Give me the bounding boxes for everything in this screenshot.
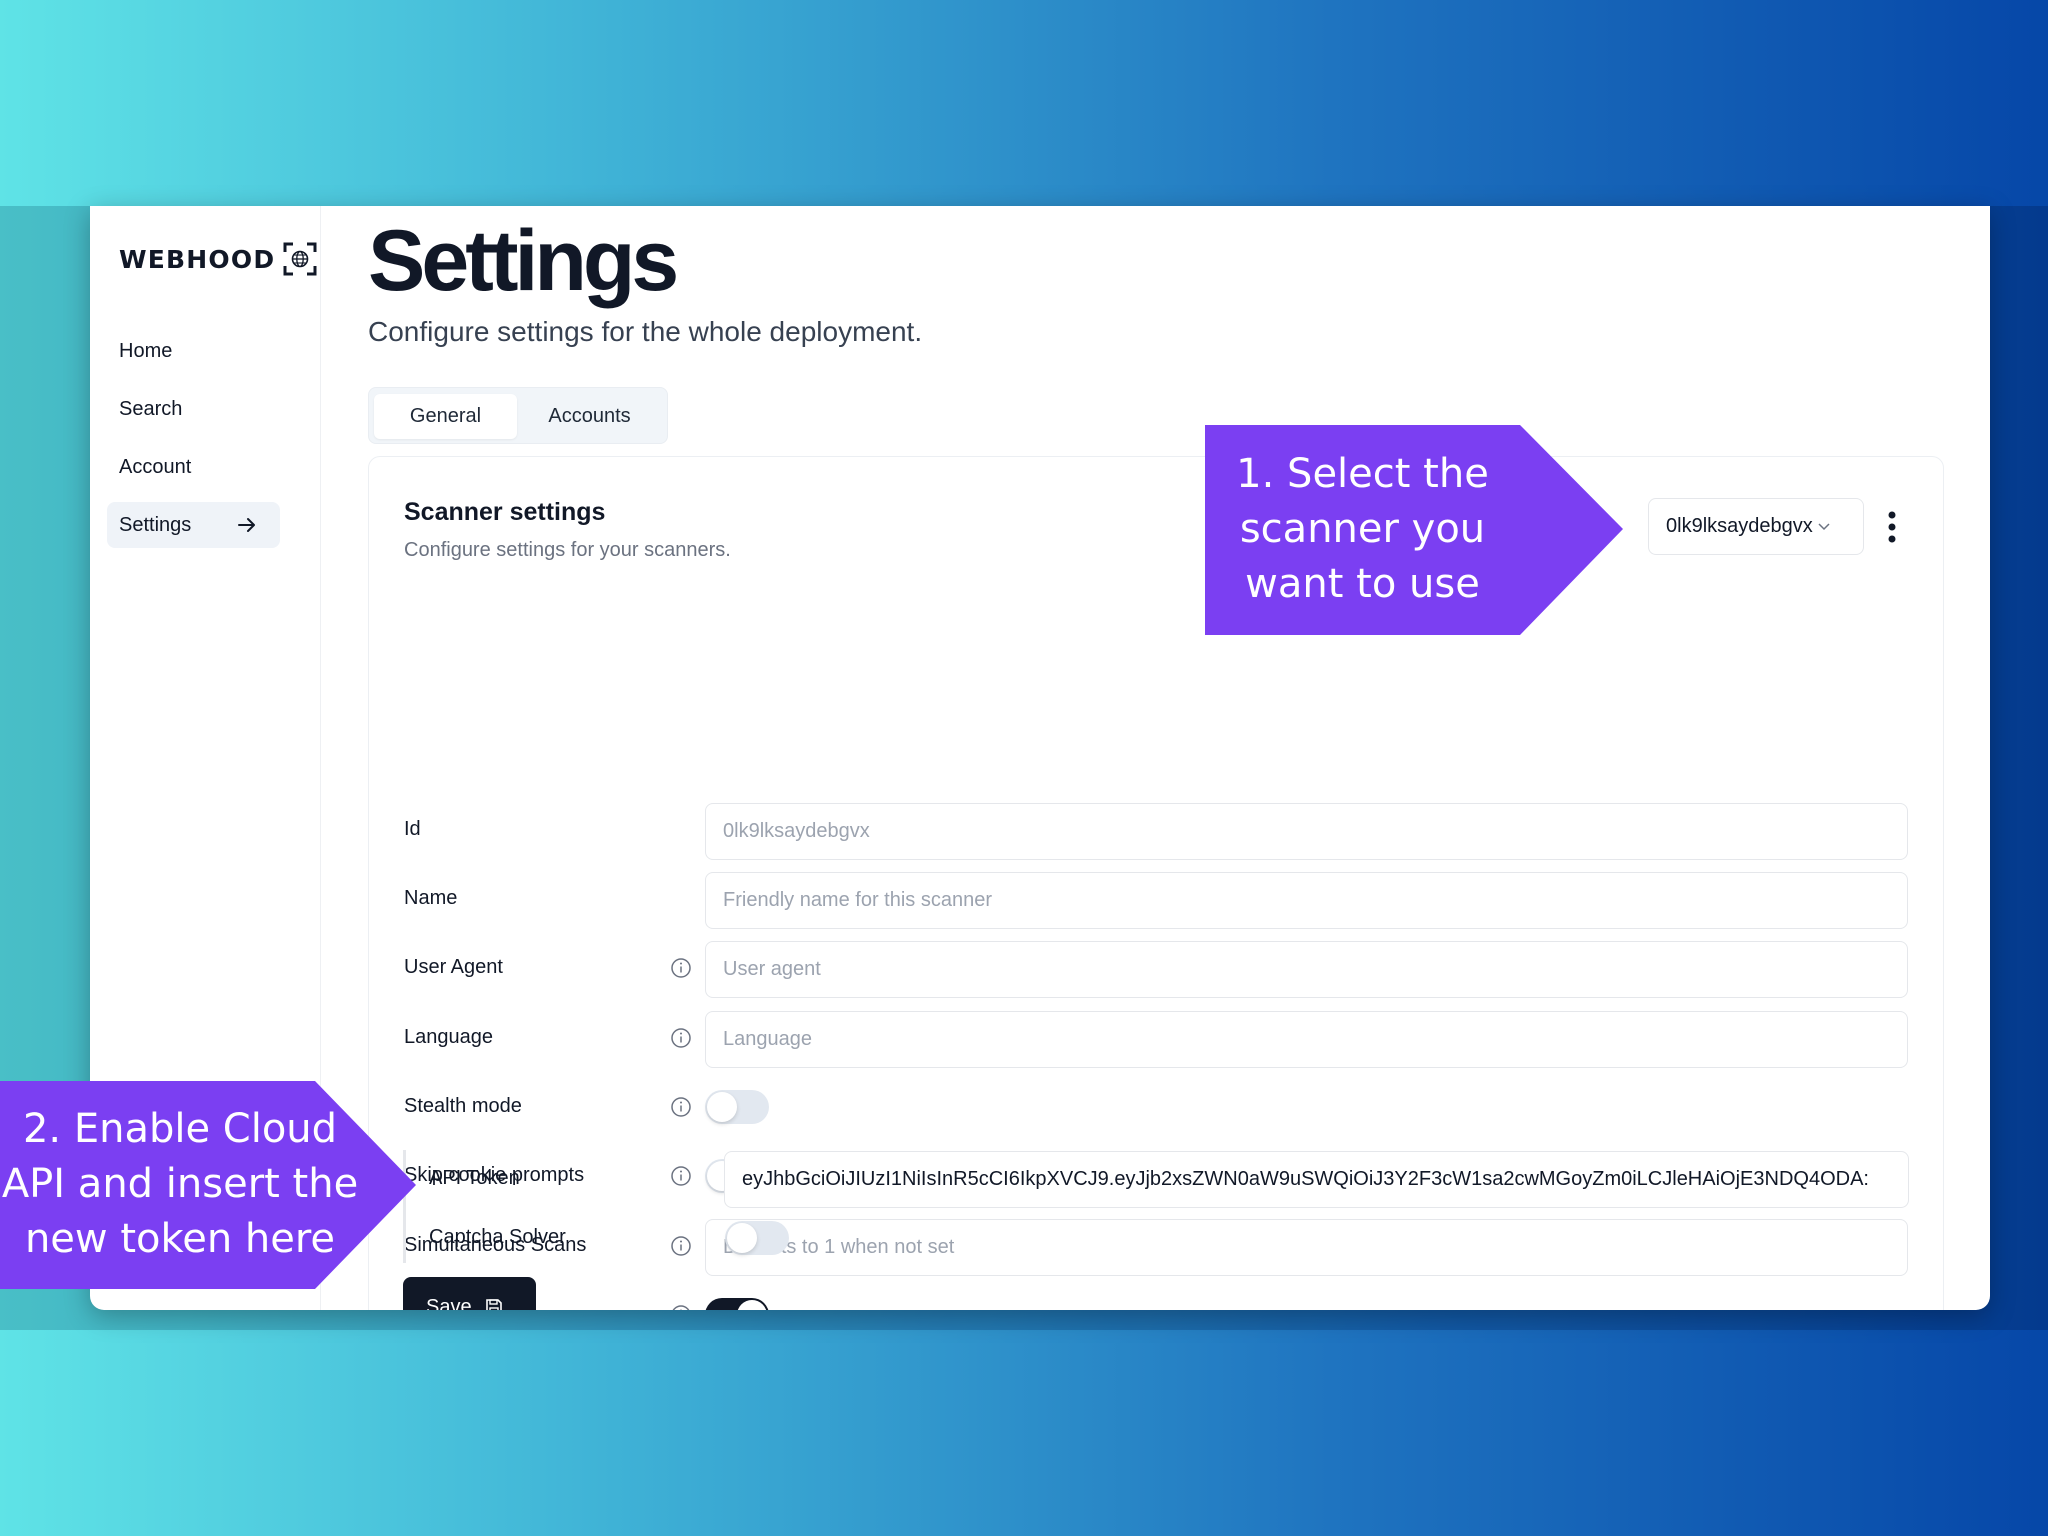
- language-label: Language: [404, 1026, 493, 1048]
- scanner-select-value: 0lk9lksaydebgvx: [1666, 515, 1813, 537]
- id-label: Id: [404, 818, 421, 840]
- api-token-label: API Token: [429, 1167, 520, 1189]
- stealth-mode-toggle[interactable]: [705, 1090, 769, 1124]
- sidebar-item-search[interactable]: Search: [107, 386, 280, 432]
- callout-line: API and insert the: [1, 1161, 359, 1207]
- callout-line: 2. Enable Cloud: [22, 1106, 338, 1152]
- card-title: Scanner settings: [404, 498, 606, 526]
- sidebar-item-home[interactable]: Home: [107, 328, 280, 374]
- vertical-dots-icon: [1888, 511, 1896, 543]
- main-content: Settings Configure settings for the whol…: [368, 206, 1990, 1310]
- tab-accounts[interactable]: Accounts: [517, 394, 662, 439]
- info-icon[interactable]: [670, 1027, 692, 1049]
- info-icon[interactable]: [670, 1165, 692, 1187]
- card-subtitle: Configure settings for your scanners.: [404, 539, 731, 561]
- sidebar-item-label: Home: [119, 339, 173, 362]
- tab-general[interactable]: General: [374, 394, 517, 439]
- callout-line: new token here: [24, 1216, 336, 1262]
- sidebar-item-label: Account: [119, 455, 192, 478]
- page-title: Settings: [368, 213, 679, 309]
- info-icon[interactable]: [670, 957, 692, 979]
- language-field[interactable]: Language: [705, 1011, 1908, 1068]
- captcha-solver-label: Captcha Solver: [429, 1226, 566, 1248]
- id-field[interactable]: 0lk9lksaydebgvx: [705, 803, 1908, 860]
- toggle-knob: [737, 1300, 767, 1310]
- api-token-field[interactable]: eyJhbGciOiJIUzI1NiIsInR5cCI6IkpXVCJ9.eyJ…: [724, 1151, 1909, 1208]
- captcha-solver-toggle[interactable]: [725, 1221, 789, 1255]
- logo[interactable]: WEBHOOD: [119, 242, 317, 276]
- chevron-down-icon: [1817, 514, 1831, 537]
- tab-list: General Accounts: [368, 387, 668, 444]
- user-agent-field[interactable]: User agent: [705, 941, 1908, 998]
- save-button[interactable]: Save: [403, 1277, 536, 1310]
- toggle-knob: [727, 1223, 757, 1253]
- save-button-label: Save: [426, 1295, 472, 1311]
- scanner-select[interactable]: 0lk9lksaydebgvx: [1648, 498, 1864, 555]
- page-subtitle: Configure settings for the whole deploym…: [368, 316, 923, 347]
- callout-line: 1. Select the: [1236, 451, 1489, 497]
- sidebar-item-settings[interactable]: Settings: [107, 502, 280, 548]
- use-cloud-api-toggle[interactable]: [705, 1298, 769, 1310]
- callout-enable-cloud-api: 2. Enable Cloud API and insert the new t…: [0, 1081, 418, 1289]
- sidebar-item-label: Search: [119, 397, 183, 420]
- callout-line: scanner you: [1239, 506, 1486, 552]
- sidebar-item-account[interactable]: Account: [107, 444, 280, 490]
- info-icon[interactable]: [670, 1304, 692, 1310]
- stealth-mode-label: Stealth mode: [404, 1095, 522, 1117]
- info-icon[interactable]: [670, 1096, 692, 1118]
- callout-line: want to use: [1245, 561, 1480, 607]
- user-agent-label: User Agent: [404, 956, 503, 978]
- arrow-right-icon: [236, 514, 258, 542]
- name-field[interactable]: Friendly name for this scanner: [705, 872, 1908, 929]
- more-options-button[interactable]: [1875, 506, 1909, 548]
- globe-frame-icon: [283, 242, 317, 276]
- toggle-knob: [707, 1092, 737, 1122]
- callout-select-scanner: 1. Select the scanner you want to use: [1205, 425, 1625, 635]
- logo-text: WEBHOOD: [119, 244, 276, 274]
- sidebar-item-label: Settings: [119, 513, 192, 536]
- simultaneous-scans-field[interactable]: Defaults to 1 when not set: [705, 1219, 1908, 1276]
- name-label: Name: [404, 887, 458, 909]
- info-icon[interactable]: [670, 1235, 692, 1257]
- floppy-disk-icon: [485, 1299, 502, 1310]
